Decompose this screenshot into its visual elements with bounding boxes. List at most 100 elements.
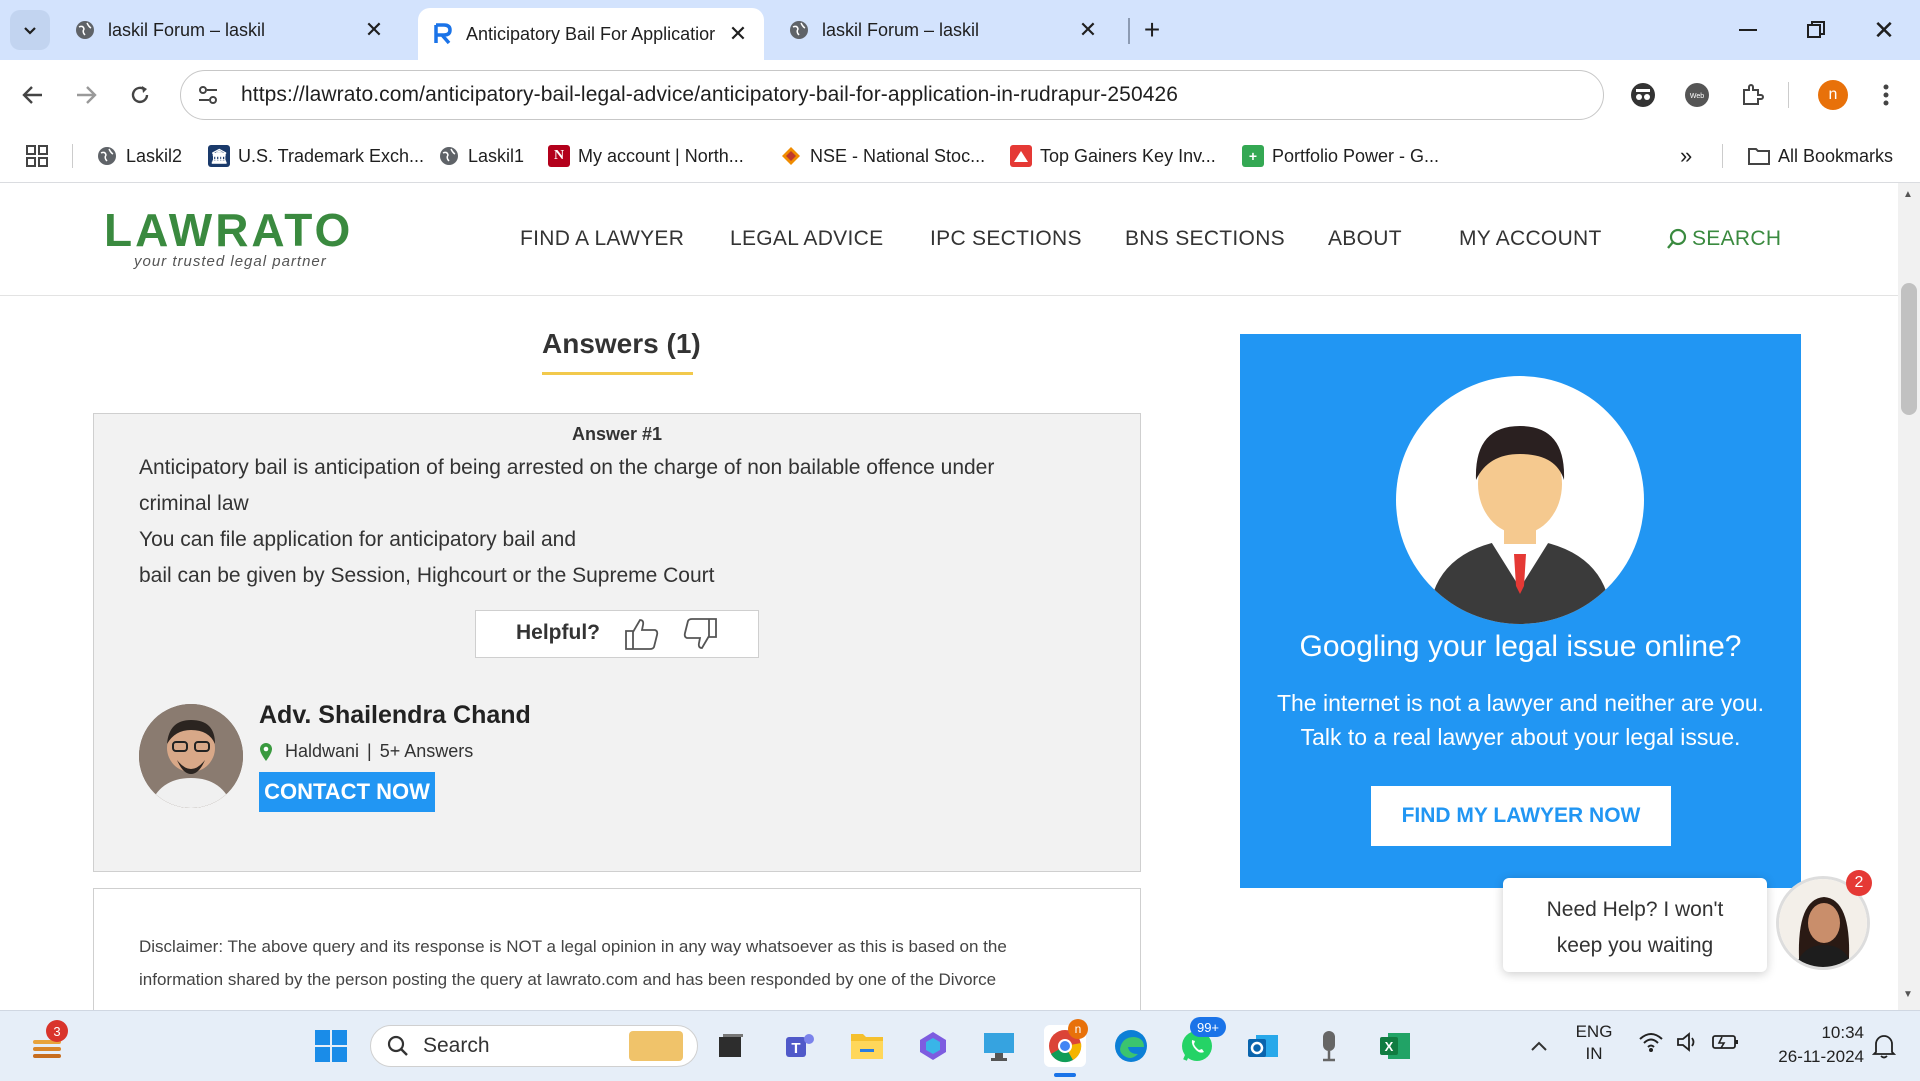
bookmark-label: Top Gainers Key Inv... bbox=[1040, 145, 1216, 166]
lawyer-name[interactable]: Adv. Shailendra Chand bbox=[259, 701, 531, 730]
n-logo-icon: N bbox=[548, 145, 570, 167]
windows-logo-icon bbox=[315, 1030, 347, 1062]
bookmark-nse[interactable]: NSE - National Stoc... bbox=[780, 142, 985, 170]
scroll-up-icon[interactable]: ▲ bbox=[1903, 189, 1913, 200]
battery-icon bbox=[1712, 1035, 1738, 1049]
start-button[interactable] bbox=[310, 1025, 352, 1067]
bookmark-label: U.S. Trademark Exch... bbox=[238, 145, 425, 166]
close-icon: ✕ bbox=[1873, 14, 1895, 45]
logo-text: LAWRATO bbox=[104, 204, 354, 256]
tab-laskil-forum-1[interactable]: laskil Forum – laskil ✕ bbox=[60, 8, 400, 52]
bookmark-laskil2[interactable]: Laskil2 bbox=[96, 142, 182, 170]
person-icon bbox=[1430, 426, 1610, 624]
find-my-lawyer-button[interactable]: FIND MY LAWYER NOW bbox=[1371, 786, 1671, 846]
svg-text:X: X bbox=[1385, 1039, 1394, 1054]
chrome-active-indicator bbox=[1054, 1073, 1076, 1077]
thumbs-up-icon bbox=[625, 619, 659, 650]
bookmark-label: Portfolio Power - G... bbox=[1272, 145, 1440, 166]
bookmark-portfolio-power[interactable]: + Portfolio Power - G... bbox=[1242, 142, 1439, 170]
notification-button[interactable] bbox=[1871, 1033, 1897, 1064]
new-tab-button[interactable]: + bbox=[1132, 12, 1172, 48]
chart-icon bbox=[1010, 145, 1032, 167]
voice-recorder-button[interactable] bbox=[1308, 1025, 1350, 1067]
back-button[interactable] bbox=[15, 77, 51, 113]
apps-button[interactable] bbox=[26, 142, 48, 170]
page-scrollbar[interactable]: ▲ ▼ bbox=[1898, 183, 1920, 1010]
address-bar[interactable]: https://lawrato.com/anticipatory-bail-le… bbox=[180, 70, 1604, 120]
clock[interactable]: 10:34 26-11-2024 bbox=[1752, 1021, 1864, 1069]
promo-heading: Googling your legal issue online? bbox=[1299, 630, 1742, 663]
more-bookmarks-button[interactable]: » bbox=[1680, 142, 1692, 170]
folder-icon bbox=[851, 1034, 883, 1059]
extension-2-button[interactable]: Web bbox=[1679, 77, 1715, 113]
globe-icon bbox=[96, 145, 118, 167]
copilot-button[interactable] bbox=[912, 1025, 954, 1067]
restore-button[interactable] bbox=[1796, 12, 1836, 48]
svg-text:Web: Web bbox=[1690, 93, 1704, 100]
show-hidden-icons-button[interactable] bbox=[1518, 1025, 1560, 1067]
meta-separator: | bbox=[367, 741, 372, 761]
extension-1-button[interactable] bbox=[1625, 77, 1661, 113]
scrollbar-thumb[interactable] bbox=[1901, 283, 1917, 415]
remote-desktop-button[interactable] bbox=[978, 1025, 1020, 1067]
clock-date: 26-11-2024 bbox=[1778, 1047, 1864, 1066]
close-tab-icon[interactable]: ✕ bbox=[362, 17, 386, 43]
edge-button[interactable] bbox=[1110, 1025, 1152, 1067]
nav-search[interactable]: SEARCH bbox=[1666, 227, 1781, 251]
bookmark-label: NSE - National Stoc... bbox=[810, 145, 986, 166]
all-bookmarks-label: All Bookmarks bbox=[1778, 145, 1894, 166]
minimize-button[interactable] bbox=[1728, 12, 1768, 48]
chat-bubble[interactable]: Need Help? I won't keep you waiting bbox=[1503, 878, 1767, 972]
nav-about[interactable]: ABOUT bbox=[1328, 227, 1402, 251]
language-indicator[interactable]: ENG IN bbox=[1570, 1021, 1618, 1065]
all-bookmarks-button[interactable]: All Bookmarks bbox=[1748, 142, 1893, 170]
task-view-button[interactable] bbox=[710, 1025, 752, 1067]
extensions-button[interactable] bbox=[1734, 77, 1770, 113]
tab-title: laskil Forum – laskil bbox=[822, 19, 980, 40]
thumbs-down-button[interactable] bbox=[682, 617, 718, 656]
close-window-button[interactable]: ✕ bbox=[1864, 12, 1904, 48]
system-tray[interactable] bbox=[1638, 1031, 1740, 1053]
excel-button[interactable]: X bbox=[1374, 1025, 1416, 1067]
tab-strip: laskil Forum – laskil ✕ Anticipatory Bai… bbox=[0, 0, 1920, 60]
tab-search-button[interactable] bbox=[10, 10, 50, 50]
bookmark-laskil1[interactable]: Laskil1 bbox=[438, 142, 524, 170]
forward-button[interactable] bbox=[68, 77, 104, 113]
disclaimer-box: Disclaimer: The above query and its resp… bbox=[93, 888, 1141, 1028]
nav-ipc-sections[interactable]: IPC SECTIONS bbox=[930, 227, 1082, 251]
file-explorer-button[interactable] bbox=[846, 1025, 888, 1067]
disclaimer-line: information shared by the person posting… bbox=[139, 970, 997, 989]
lawyer-avatar[interactable] bbox=[139, 704, 243, 808]
tab-divider bbox=[1128, 18, 1130, 44]
lawrato-logo[interactable]: LAWRATO your trusted legal partner bbox=[104, 204, 394, 270]
reload-button[interactable] bbox=[122, 77, 158, 113]
bookmark-label: Laskil2 bbox=[126, 145, 183, 166]
close-tab-icon[interactable]: ✕ bbox=[1076, 17, 1100, 43]
bookmark-my-account[interactable]: N My account | North... bbox=[548, 142, 744, 170]
nav-legal-advice[interactable]: LEGAL ADVICE bbox=[730, 227, 883, 251]
site-info-icon[interactable] bbox=[197, 83, 221, 107]
contact-now-button[interactable]: CONTACT NOW bbox=[259, 772, 435, 812]
tab-anticipatory-bail[interactable]: Anticipatory Bail For Applicatior ✕ bbox=[418, 8, 764, 60]
promo-line1: The internet is not a lawyer and neither… bbox=[1276, 690, 1765, 716]
helpful-widget: Helpful? bbox=[475, 610, 759, 658]
taskbar-search[interactable]: Search bbox=[370, 1025, 698, 1067]
bookmark-top-gainers[interactable]: Top Gainers Key Inv... bbox=[1010, 142, 1216, 170]
tab-laskil-forum-2[interactable]: laskil Forum – laskil ✕ bbox=[774, 8, 1114, 52]
nav-find-a-lawyer[interactable]: FIND A LAWYER bbox=[520, 227, 684, 251]
teams-button[interactable]: T bbox=[778, 1025, 820, 1067]
monitor-icon bbox=[984, 1033, 1014, 1061]
profile-avatar[interactable]: n bbox=[1818, 80, 1848, 110]
nav-my-account[interactable]: MY ACCOUNT bbox=[1459, 227, 1602, 251]
thumbs-up-button[interactable] bbox=[624, 617, 660, 656]
outlook-button[interactable] bbox=[1242, 1025, 1284, 1067]
close-tab-icon[interactable]: ✕ bbox=[726, 21, 750, 47]
edge-icon bbox=[1115, 1030, 1147, 1062]
answer-line: Anticipatory bail is anticipation of bei… bbox=[139, 456, 995, 479]
scroll-down-icon[interactable]: ▼ bbox=[1903, 989, 1913, 1000]
sheet-icon: + bbox=[1242, 145, 1264, 167]
nav-bns-sections[interactable]: BNS SECTIONS bbox=[1125, 227, 1285, 251]
menu-button[interactable] bbox=[1868, 77, 1904, 113]
wifi-icon bbox=[1639, 1033, 1663, 1052]
bookmark-us-trademark[interactable]: 🏛 U.S. Trademark Exch... bbox=[208, 142, 424, 170]
